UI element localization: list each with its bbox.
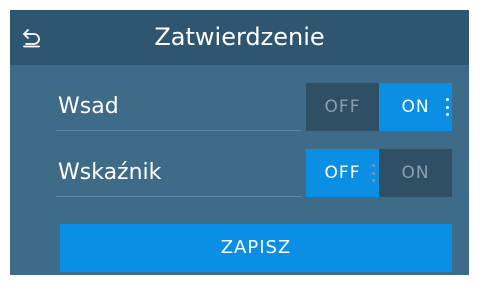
save-button[interactable]: ZAPISZ xyxy=(60,224,452,272)
back-button[interactable] xyxy=(10,10,54,65)
back-arrow-icon xyxy=(23,28,40,47)
setting-row-wsad: Wsad OFF ON xyxy=(56,83,452,131)
setting-row-wskaznik: Wskaźnik OFF ON xyxy=(56,149,452,197)
wskaznik-toggle[interactable]: OFF ON xyxy=(306,149,452,197)
wsad-on-label: ON xyxy=(401,97,430,117)
header-bar: Zatwierdzenie xyxy=(10,10,469,65)
wsad-on-option[interactable]: ON xyxy=(379,83,452,131)
row-divider xyxy=(56,130,301,131)
wsad-off-option[interactable]: OFF xyxy=(306,83,379,131)
wskaznik-on-option[interactable]: ON xyxy=(379,149,452,197)
wskaznik-off-option[interactable]: OFF xyxy=(306,149,379,197)
approval-screen: Zatwierdzenie Wsad OFF ON Wskaźnik OFF O… xyxy=(10,10,469,275)
toggle-grip-icon xyxy=(446,98,449,116)
wsad-toggle[interactable]: OFF ON xyxy=(306,83,452,131)
setting-label-wskaznik: Wskaźnik xyxy=(58,160,162,185)
toggle-grip-icon xyxy=(372,164,375,182)
page-title: Zatwierdzenie xyxy=(154,23,325,51)
wskaznik-off-label: OFF xyxy=(324,163,361,183)
setting-label-wsad: Wsad xyxy=(58,94,119,119)
row-divider xyxy=(56,196,301,197)
